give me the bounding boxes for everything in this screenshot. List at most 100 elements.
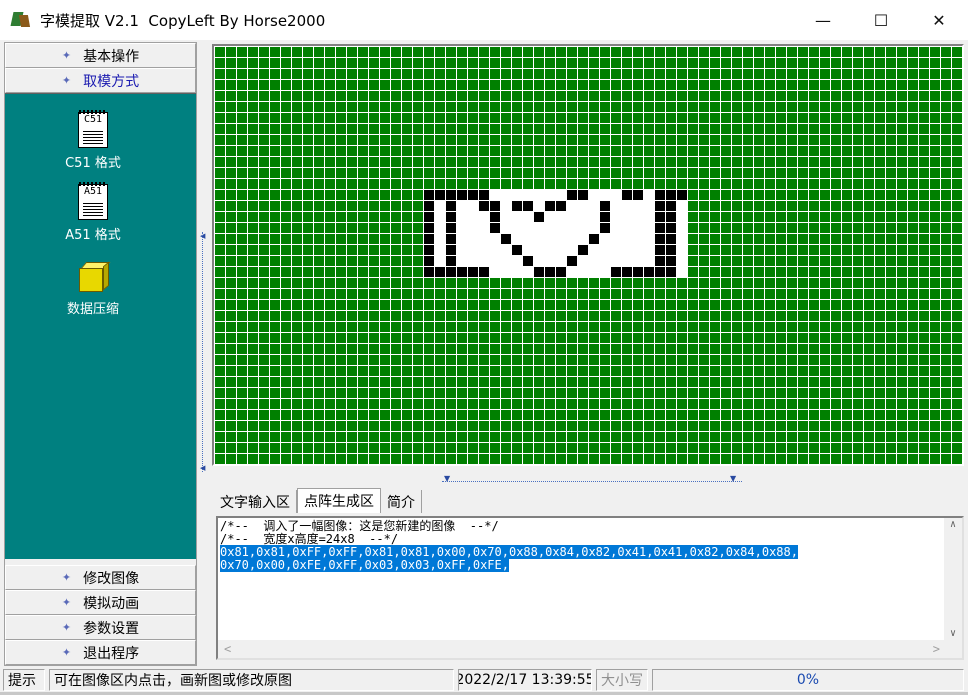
scroll-down-icon[interactable]: ∨ xyxy=(950,627,956,640)
menu-simulate-animation[interactable]: ✦ 模拟动画 xyxy=(5,590,196,615)
pixel-off xyxy=(599,233,610,244)
title-bar: 字模提取 V2.1 CopyLeft By Horse2000 — ☐ ✕ xyxy=(0,0,968,40)
pixel-off xyxy=(533,233,544,244)
pixel-off xyxy=(577,200,588,211)
tab-text-input[interactable]: 文字输入区 xyxy=(214,490,297,513)
pixel-on xyxy=(445,222,456,233)
pixel-off xyxy=(456,222,467,233)
tool-c51-format[interactable]: C51 C51 格式 xyxy=(38,110,148,171)
pixel-off xyxy=(643,222,654,233)
selected-hex-line: 0x81,0x81,0xFF,0xFF,0x81,0x81,0x00,0x70,… xyxy=(220,545,798,559)
collapse-left-arrow-icon[interactable]: ◀ xyxy=(200,464,205,472)
pixel-on xyxy=(489,211,500,222)
pixel-off xyxy=(588,222,599,233)
diamond-icon: ✦ xyxy=(61,49,72,62)
pixel-off xyxy=(522,233,533,244)
status-hint-label: 提示 xyxy=(3,669,45,691)
pixel-on xyxy=(665,244,676,255)
pixel-on xyxy=(445,200,456,211)
pixel-on xyxy=(665,255,676,266)
pixel-off xyxy=(599,266,610,277)
tool-data-compress[interactable]: 数据压缩 xyxy=(38,260,148,317)
menu-modify-image[interactable]: ✦ 修改图像 xyxy=(5,565,196,590)
horizontal-scrollbar[interactable]: < > xyxy=(218,640,946,658)
pixel-on xyxy=(621,189,632,200)
collapse-down-arrow-icon[interactable]: ▼ xyxy=(730,474,736,483)
pixel-off xyxy=(676,222,687,233)
pixel-off xyxy=(632,233,643,244)
pixel-on xyxy=(555,266,566,277)
pixel-off xyxy=(577,222,588,233)
pixel-off xyxy=(621,233,632,244)
pixel-off xyxy=(544,189,555,200)
pixel-on xyxy=(577,244,588,255)
pixel-off xyxy=(599,255,610,266)
pixel-on xyxy=(478,200,489,211)
close-button[interactable]: ✕ xyxy=(910,0,968,40)
pixel-off xyxy=(434,222,445,233)
pixel-off xyxy=(434,233,445,244)
c51-document-icon: C51 xyxy=(78,110,108,148)
tool-a51-format[interactable]: A51 A51 格式 xyxy=(38,182,148,243)
menu-label: 取模方式 xyxy=(83,73,140,90)
pixel-off xyxy=(522,211,533,222)
pixel-off xyxy=(555,211,566,222)
menu-extraction-mode[interactable]: ✦ 取模方式 xyxy=(5,68,196,93)
menu-basic-operations[interactable]: ✦ 基本操作 xyxy=(5,43,196,68)
scroll-right-icon[interactable]: > xyxy=(933,642,940,656)
pixel-off xyxy=(478,211,489,222)
pixel-off xyxy=(588,255,599,266)
pixel-on xyxy=(522,200,533,211)
pixel-on xyxy=(654,222,665,233)
minimize-button[interactable]: — xyxy=(794,0,852,40)
menu-exit-program[interactable]: ✦ 退出程序 xyxy=(5,640,196,665)
horizontal-splitter[interactable]: ▼ ▼ xyxy=(212,474,964,488)
pixel-off xyxy=(676,266,687,277)
vertical-splitter[interactable]: ◀ ◀ xyxy=(197,42,211,666)
pixel-off xyxy=(456,255,467,266)
pixel-on xyxy=(445,233,456,244)
pixel-off xyxy=(577,233,588,244)
window-title: 字模提取 V2.1 CopyLeft By Horse2000 xyxy=(40,11,326,30)
pixel-on xyxy=(445,189,456,200)
pixel-off xyxy=(555,255,566,266)
pixel-off xyxy=(621,222,632,233)
pixel-grid[interactable] xyxy=(214,46,962,464)
scroll-up-icon[interactable]: ∧ xyxy=(950,518,956,531)
pixel-on xyxy=(654,189,665,200)
scroll-left-icon[interactable]: < xyxy=(224,642,231,656)
tool-label: A51 格式 xyxy=(65,228,121,243)
pixel-off xyxy=(632,200,643,211)
pixel-off xyxy=(489,233,500,244)
pixel-off xyxy=(434,211,445,222)
pixel-on xyxy=(423,200,434,211)
output-textarea[interactable]: /*-- 调入了一幅图像：这是您新建的图像 --*/ /*-- 宽度x高度=24… xyxy=(216,516,964,660)
image-canvas[interactable] xyxy=(212,44,964,466)
pixel-off xyxy=(478,255,489,266)
pixel-off xyxy=(533,200,544,211)
pixel-on xyxy=(445,211,456,222)
pixel-on xyxy=(566,189,577,200)
scrollbar-corner xyxy=(944,640,962,658)
pixel-off xyxy=(566,200,577,211)
menu-label: 模拟动画 xyxy=(83,595,140,612)
pixel-off xyxy=(500,266,511,277)
tab-introduction[interactable]: 简介 xyxy=(381,490,422,513)
tab-dot-matrix-output[interactable]: 点阵生成区 xyxy=(297,488,381,513)
pixel-on xyxy=(665,222,676,233)
pixel-off xyxy=(643,233,654,244)
pixel-on xyxy=(511,244,522,255)
pixel-off xyxy=(566,222,577,233)
vertical-scrollbar[interactable]: ∧ ∨ xyxy=(944,518,962,640)
status-caps: 大小写 xyxy=(596,669,648,691)
pixel-off xyxy=(676,255,687,266)
menu-parameter-settings[interactable]: ✦ 参数设置 xyxy=(5,615,196,640)
maximize-button[interactable]: ☐ xyxy=(852,0,910,40)
pixel-off xyxy=(522,266,533,277)
pixel-off xyxy=(478,233,489,244)
status-datetime: 2022/2/17 13:39:55 xyxy=(458,669,592,691)
pixel-on xyxy=(445,255,456,266)
tool-panel: C51 C51 格式 A51 A51 格式 数据压缩 xyxy=(5,93,196,559)
pixel-on xyxy=(445,244,456,255)
diamond-icon: ✦ xyxy=(61,621,72,634)
